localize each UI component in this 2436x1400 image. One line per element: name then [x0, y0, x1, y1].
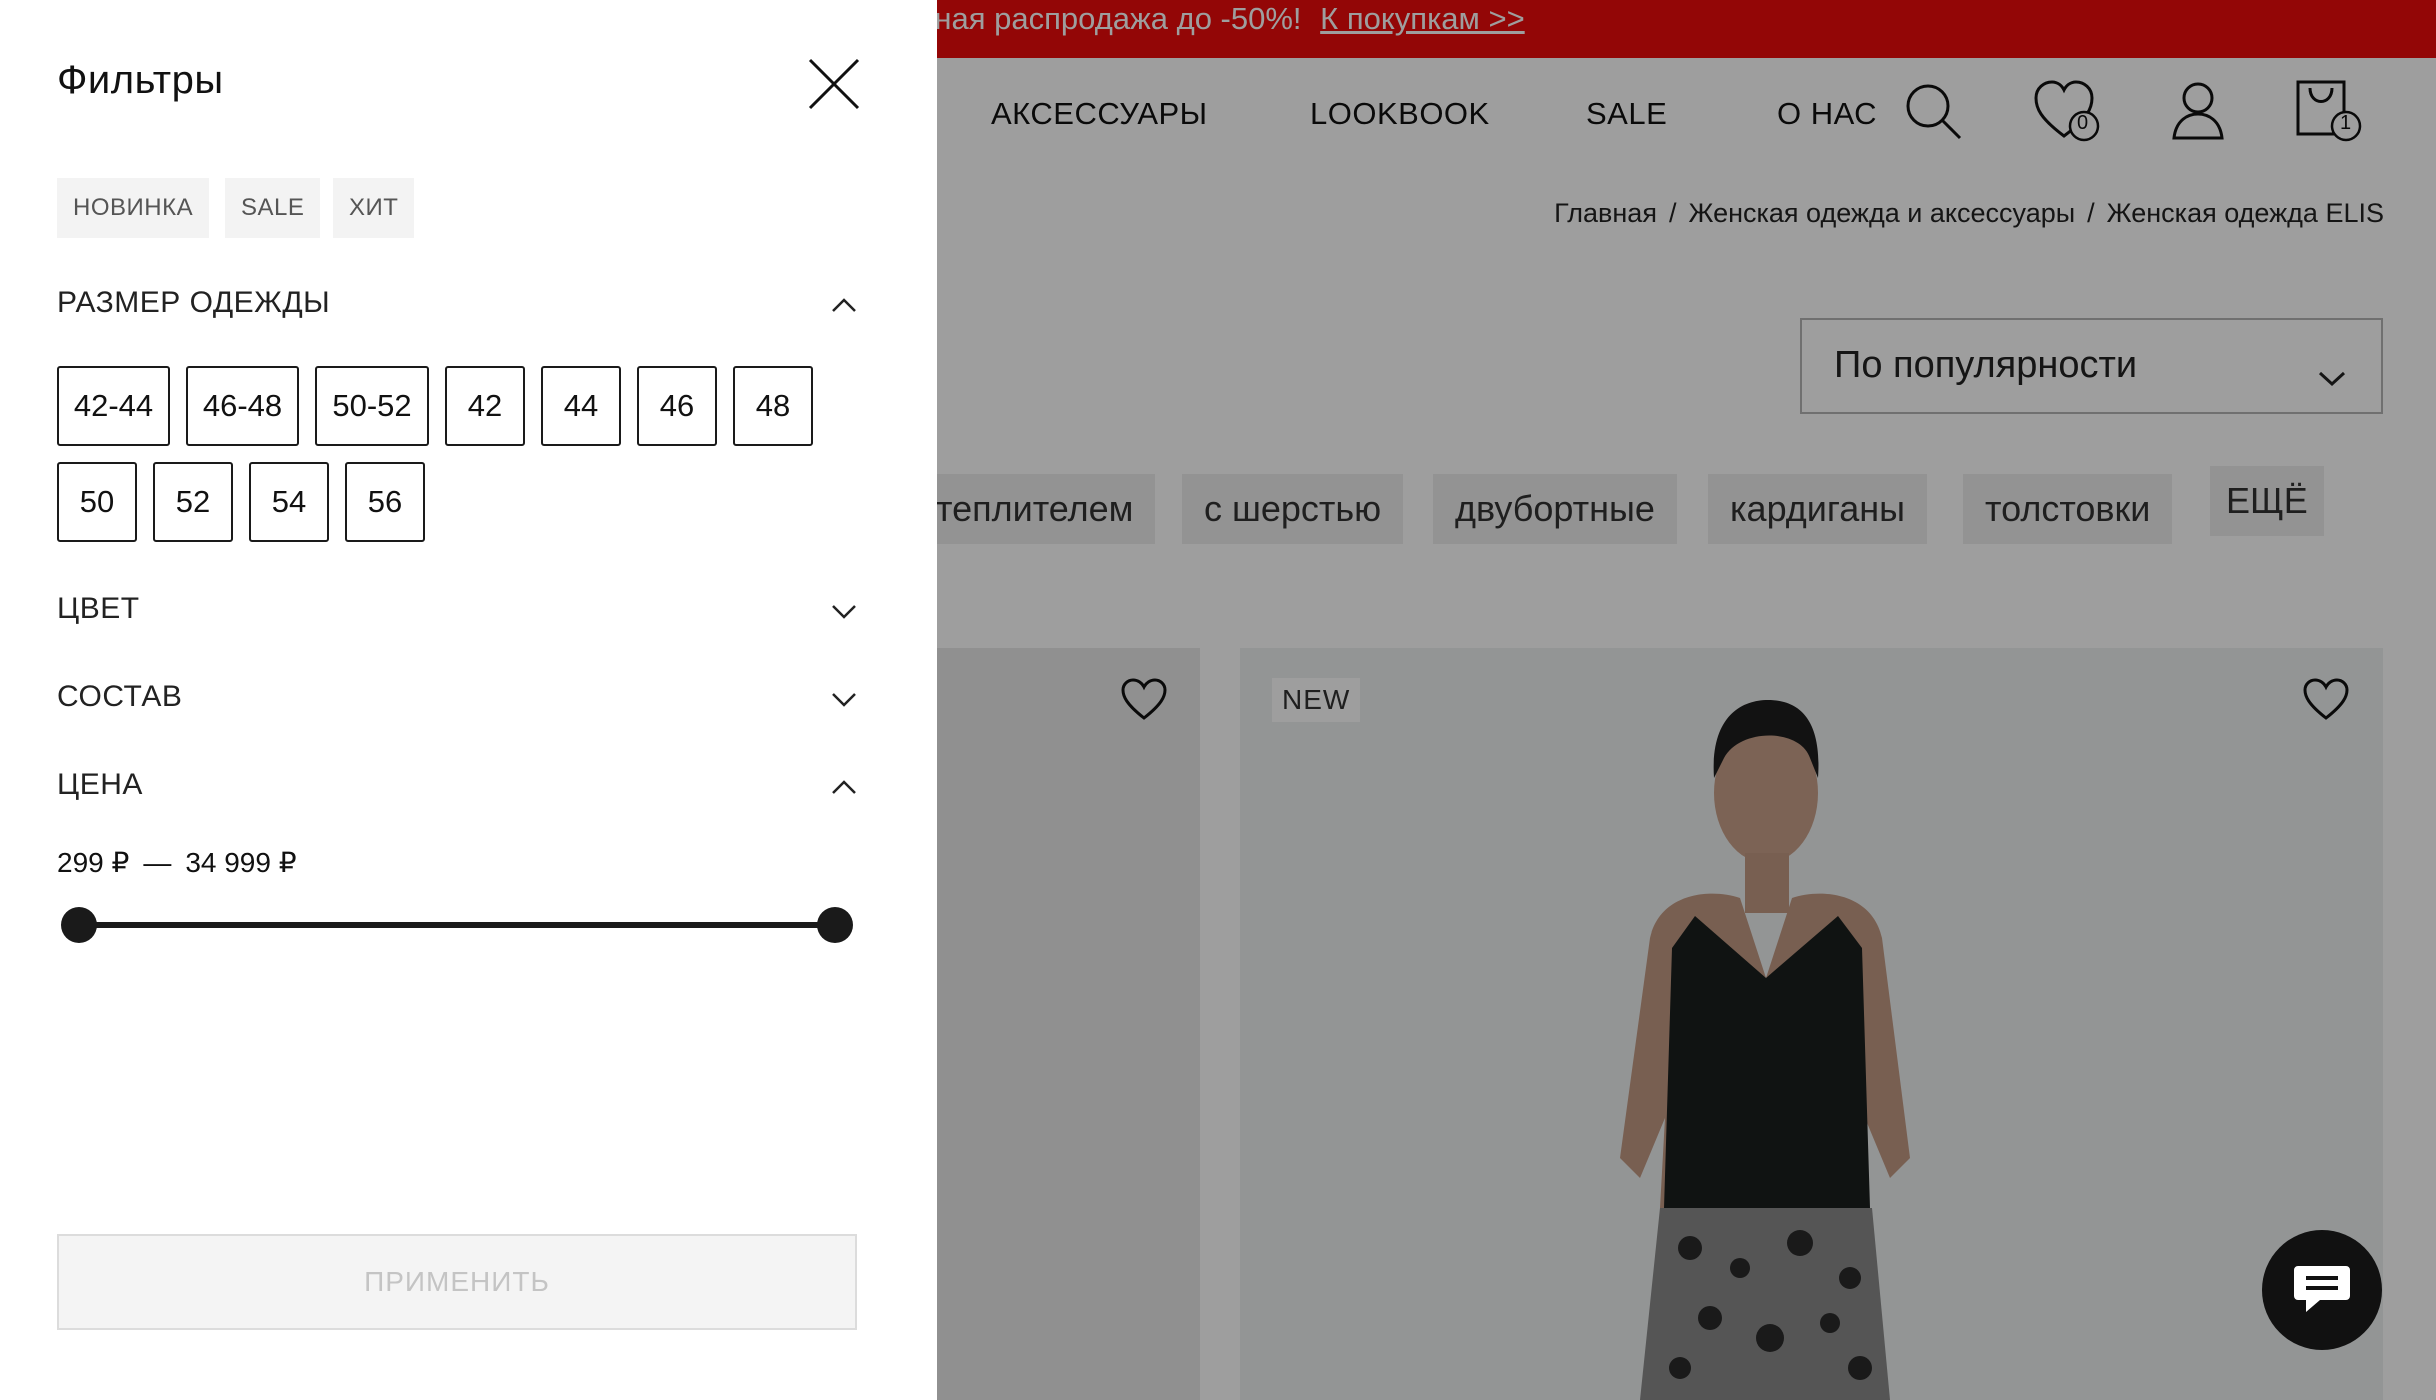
- size-option[interactable]: 52: [153, 462, 233, 542]
- price-slider-max-handle[interactable]: [817, 907, 853, 943]
- chevron-up-icon[interactable]: [830, 296, 858, 319]
- size-section-header[interactable]: РАЗМЕР ОДЕЖДЫ: [57, 286, 330, 320]
- price-dash: —: [143, 847, 172, 878]
- chip-new[interactable]: НОВИНКА: [57, 178, 210, 238]
- close-icon[interactable]: [806, 56, 862, 112]
- size-option[interactable]: 46-48: [186, 366, 299, 446]
- chip-hit[interactable]: ХИТ: [333, 178, 415, 238]
- price-slider-track[interactable]: [78, 922, 836, 928]
- chevron-down-icon[interactable]: [830, 602, 858, 625]
- price-min: 299 ₽: [57, 847, 130, 878]
- size-option[interactable]: 42: [445, 366, 525, 446]
- filter-panel: Фильтры НОВИНКА SALE ХИТ РАЗМЕР ОДЕЖДЫ 4…: [0, 0, 937, 1400]
- chat-button[interactable]: [2262, 1230, 2382, 1350]
- price-range: 299 ₽ — 34 999 ₽: [57, 846, 297, 879]
- size-option[interactable]: 48: [733, 366, 813, 446]
- price-max: 34 999 ₽: [185, 847, 297, 878]
- chip-sale[interactable]: SALE: [225, 178, 321, 238]
- chevron-up-icon[interactable]: [830, 778, 858, 801]
- panel-title: Фильтры: [57, 58, 224, 102]
- size-option[interactable]: 42-44: [57, 366, 170, 446]
- color-section-header[interactable]: ЦВЕТ: [57, 592, 140, 626]
- chevron-down-icon[interactable]: [830, 690, 858, 713]
- size-option[interactable]: 50: [57, 462, 137, 542]
- size-option[interactable]: 56: [345, 462, 425, 542]
- chat-icon: [2292, 1262, 2352, 1319]
- size-option[interactable]: 46: [637, 366, 717, 446]
- size-option[interactable]: 50-52: [315, 366, 429, 446]
- price-section-header[interactable]: ЦЕНА: [57, 768, 143, 802]
- price-slider-min-handle[interactable]: [61, 907, 97, 943]
- apply-button[interactable]: ПРИМЕНИТЬ: [57, 1234, 857, 1330]
- size-option[interactable]: 44: [541, 366, 621, 446]
- composition-section-header[interactable]: СОСТАВ: [57, 680, 182, 714]
- size-option[interactable]: 54: [249, 462, 329, 542]
